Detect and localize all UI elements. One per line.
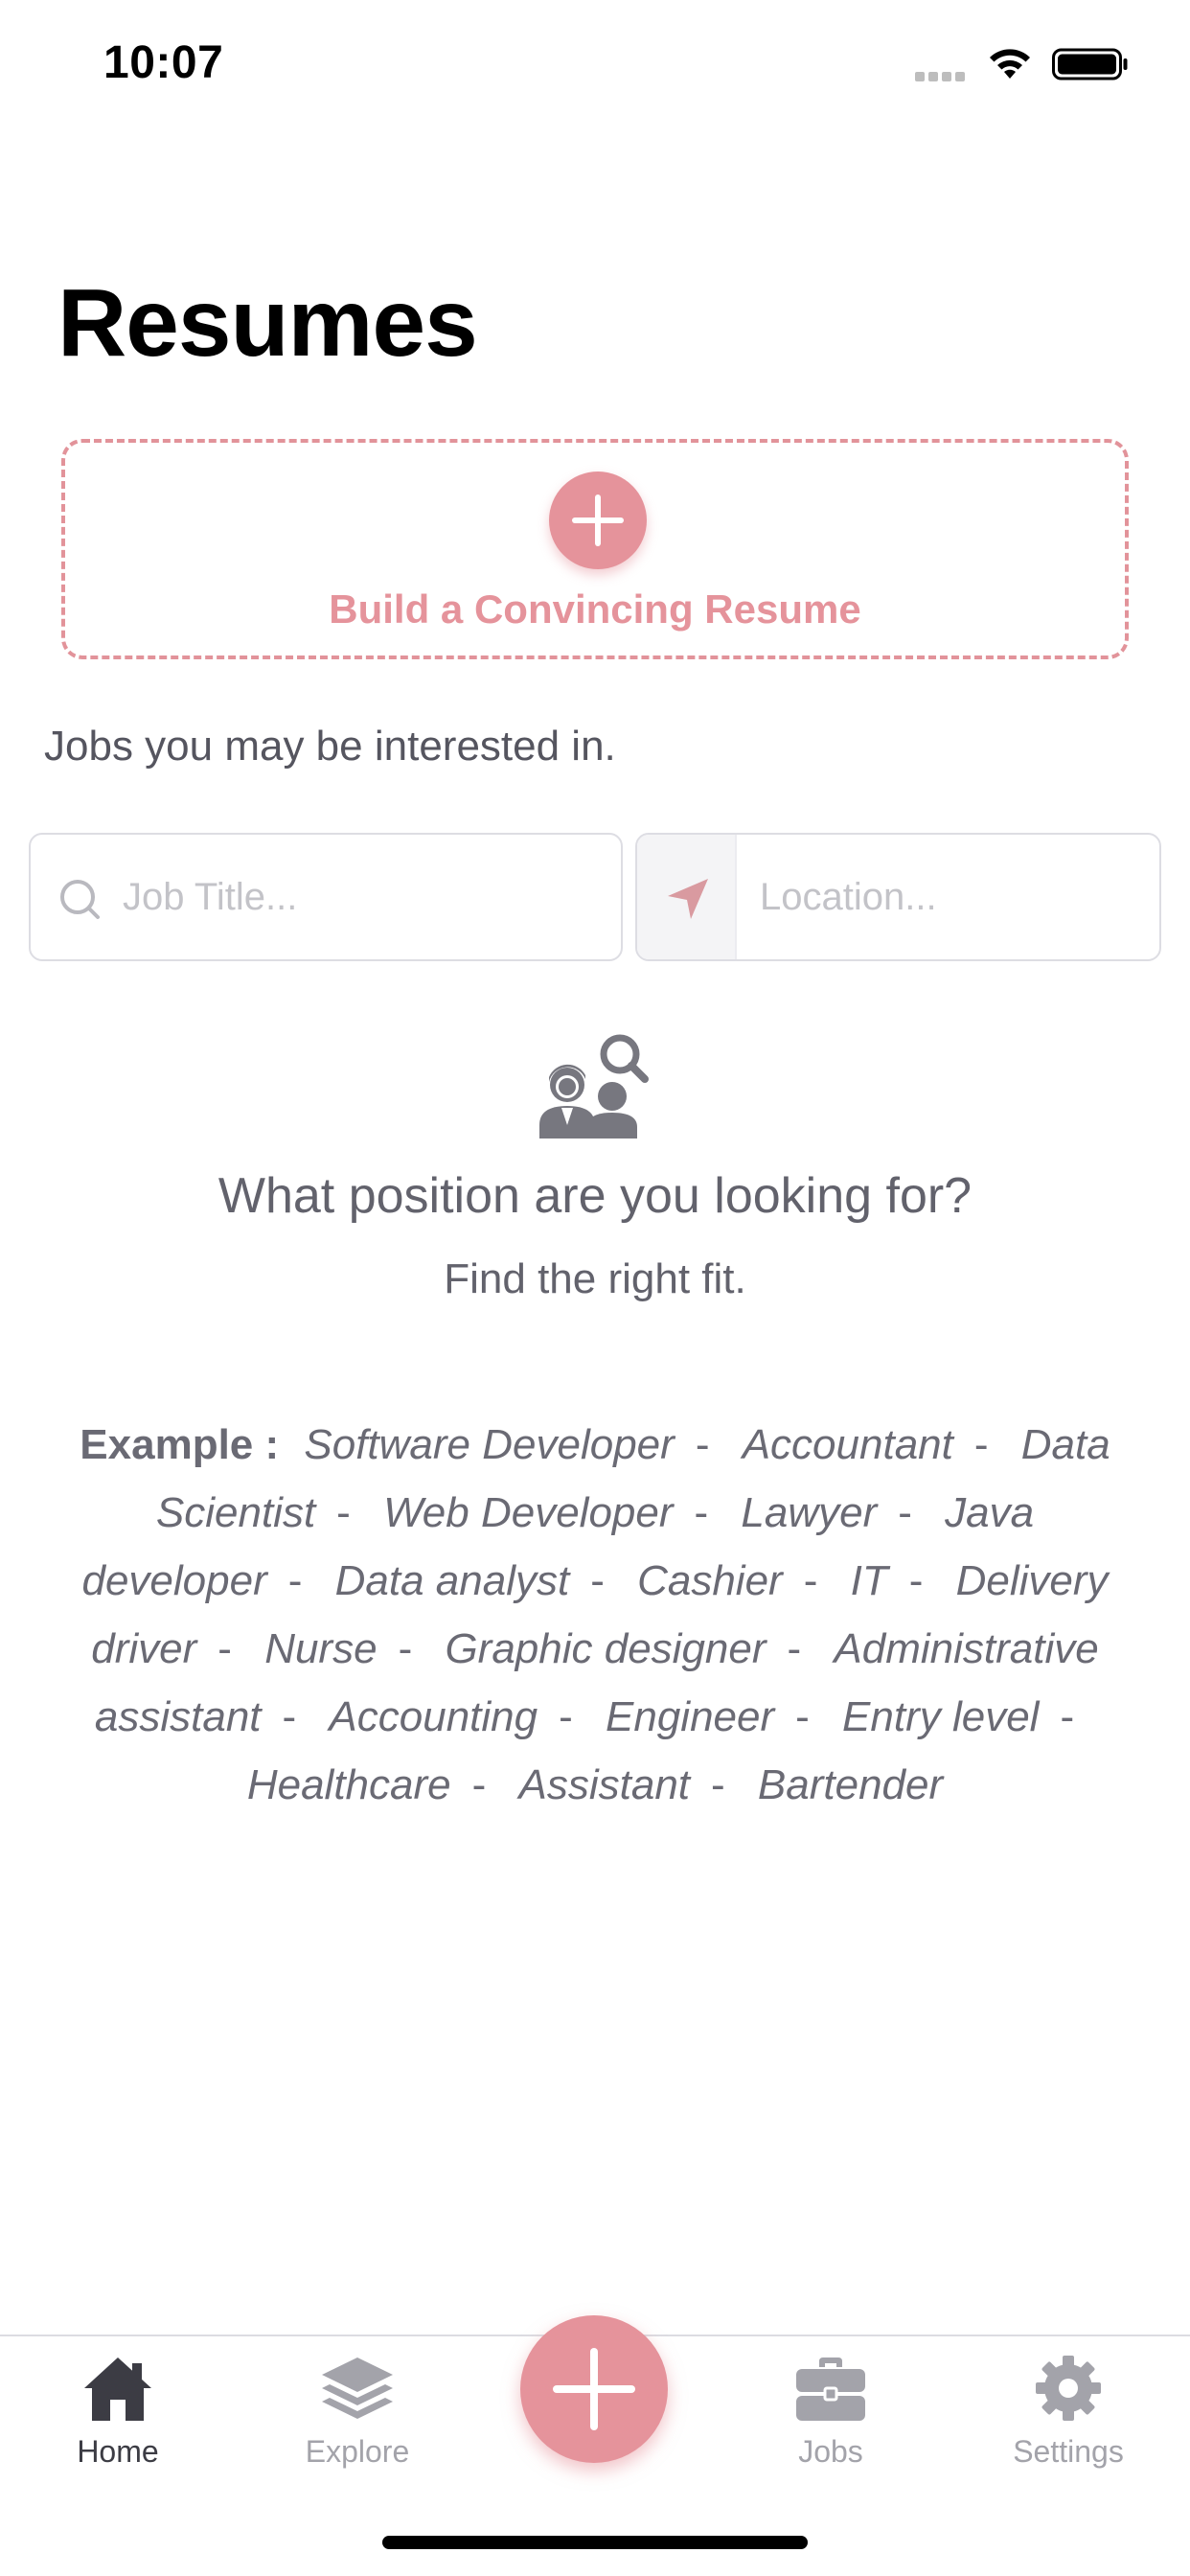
example-item[interactable]: Nurse (264, 1625, 377, 1672)
empty-state-subtitle: Find the right fit. (444, 1255, 746, 1302)
tab-settings[interactable]: Settings (973, 2354, 1164, 2497)
briefcase-icon (796, 2358, 865, 2421)
tab-home[interactable]: Home (22, 2354, 214, 2497)
example-item[interactable]: Bartender (758, 1761, 943, 1808)
home-indicator[interactable] (382, 2536, 808, 2549)
build-resume-card[interactable]: Build a Convincing Resume (61, 439, 1129, 659)
status-time: 10:07 (103, 37, 224, 88)
add-fab-button[interactable] (520, 2315, 668, 2463)
example-item[interactable]: Data analyst (335, 1557, 570, 1604)
example-item[interactable]: Lawyer (741, 1489, 877, 1536)
example-item[interactable]: Accounting (329, 1693, 538, 1740)
tab-jobs[interactable]: Jobs (735, 2354, 927, 2497)
plus-icon[interactable] (549, 472, 647, 569)
jobs-subheading: Jobs you may be interested in. (44, 723, 616, 770)
example-item[interactable]: Entry level (842, 1693, 1039, 1740)
location-field[interactable] (635, 833, 1161, 961)
page-title: Resumes (57, 269, 478, 377)
build-resume-label[interactable]: Build a Convincing Resume (65, 586, 1125, 632)
empty-state-title: What position are you looking for? (217, 1168, 973, 1224)
example-item[interactable]: Engineer (606, 1693, 774, 1740)
example-item[interactable]: Cashier (637, 1557, 783, 1604)
example-item[interactable]: Assistant (519, 1761, 691, 1808)
gear-icon (1036, 2356, 1101, 2421)
example-item[interactable]: Accountant (743, 1421, 953, 1468)
example-item[interactable]: Software Developer (304, 1421, 674, 1468)
signal-icon (915, 69, 971, 81)
location-input[interactable] (760, 835, 1143, 959)
example-item[interactable]: IT (851, 1557, 888, 1604)
examples-label: Example : (80, 1421, 280, 1468)
tab-explore[interactable]: Explore (262, 2354, 453, 2497)
job-title-input[interactable] (123, 835, 602, 959)
location-arrow-icon (668, 879, 708, 919)
search-icon (60, 880, 100, 919)
tab-settings-label: Settings (1013, 2434, 1124, 2469)
status-bar: 10:07 (0, 0, 1190, 134)
layers-icon (322, 2358, 393, 2419)
tab-home-label: Home (77, 2434, 159, 2469)
examples-list: Example : Software Developer - Accountant… (80, 1421, 1110, 1808)
home-icon (84, 2358, 151, 2421)
example-item[interactable]: Healthcare (247, 1761, 451, 1808)
battery-icon (1052, 48, 1128, 80)
tab-jobs-label: Jobs (798, 2434, 863, 2469)
example-item[interactable]: Graphic designer (445, 1625, 766, 1672)
location-button[interactable] (637, 835, 737, 959)
wifi-icon (990, 49, 1030, 79)
people-search-icon (539, 1034, 649, 1138)
job-title-field[interactable] (29, 833, 623, 961)
example-item[interactable]: Web Developer (383, 1489, 673, 1536)
tab-explore-label: Explore (305, 2434, 410, 2469)
